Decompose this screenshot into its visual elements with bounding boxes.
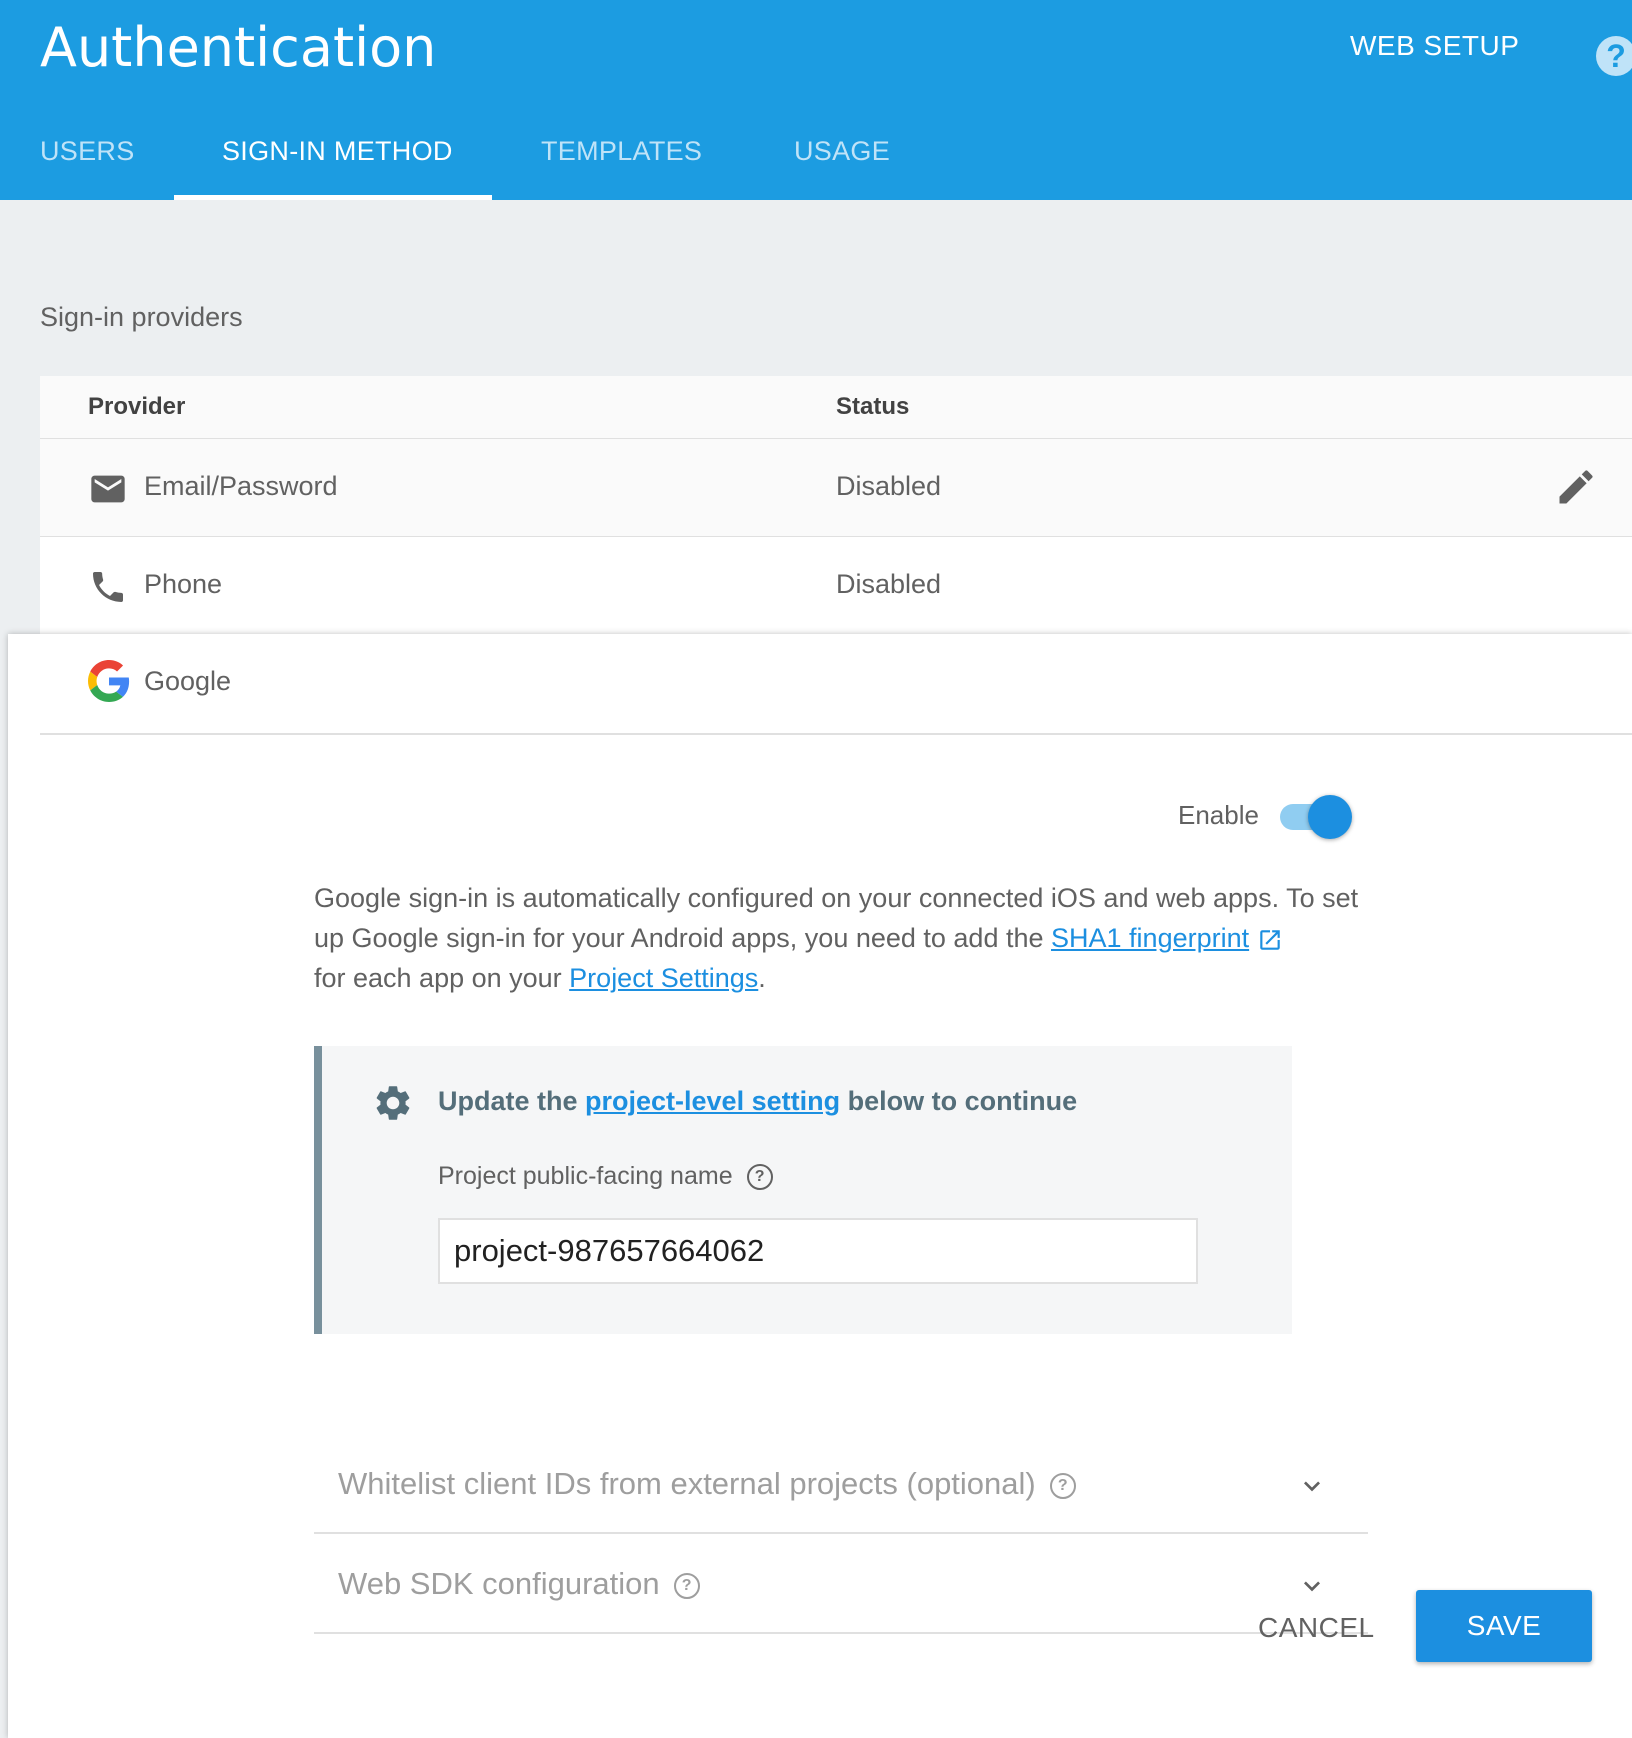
edit-icon[interactable]	[1554, 465, 1598, 509]
web-sdk-configuration-accordion[interactable]: Web SDK configuration?	[314, 1534, 1368, 1634]
accordion-label-text: Web SDK configuration	[338, 1566, 660, 1601]
sha1-fingerprint-link[interactable]: SHA1 fingerprint	[1051, 923, 1249, 953]
description-text: for each app on your	[314, 963, 570, 993]
provider-row-phone[interactable]: Phone Disabled	[40, 537, 1632, 635]
help-circle-icon[interactable]: ?	[673, 1572, 700, 1599]
tab-usage[interactable]: USAGE	[794, 136, 890, 167]
page-title: Authentication	[40, 16, 437, 79]
tab-sign-in-method[interactable]: SIGN-IN METHOD	[222, 136, 453, 167]
google-provider-header: Google	[40, 634, 1632, 735]
accordion-label: Web SDK configuration?	[338, 1566, 700, 1602]
tab-templates[interactable]: TEMPLATES	[541, 136, 702, 167]
help-circle-icon[interactable]: ?	[746, 1164, 773, 1191]
gear-icon	[376, 1086, 410, 1120]
callout-heading: Update the project-level setting below t…	[438, 1086, 1077, 1117]
provider-status: Disabled	[836, 471, 942, 501]
project-setting-callout: Update the project-level setting below t…	[314, 1046, 1292, 1334]
google-logo-icon	[88, 660, 130, 702]
chevron-down-icon[interactable]	[1296, 1570, 1328, 1602]
accordion-label: Whitelist client IDs from external proje…	[338, 1466, 1076, 1502]
google-description: Google sign-in is automatically configur…	[314, 878, 1374, 998]
provider-row-email[interactable]: Email/Password Disabled	[40, 439, 1632, 537]
enable-toggle-knob[interactable]	[1308, 795, 1352, 839]
tab-users[interactable]: USERS	[40, 136, 135, 167]
provider-name: Google	[144, 666, 232, 696]
section-title: Sign-in providers	[40, 302, 243, 332]
description-text: .	[758, 963, 766, 993]
whitelist-client-ids-accordion[interactable]: Whitelist client IDs from external proje…	[314, 1434, 1368, 1534]
help-circle-icon[interactable]: ?	[1049, 1472, 1076, 1499]
google-provider-panel: Google Enable Google sign-in is automati…	[8, 634, 1632, 1738]
phone-icon	[93, 572, 123, 602]
provider-status: Disabled	[836, 569, 942, 599]
heading-text: below to continue	[840, 1086, 1078, 1116]
accordion-label-text: Whitelist client IDs from external proje…	[338, 1466, 1036, 1501]
project-name-input[interactable]	[438, 1218, 1198, 1284]
column-header-provider: Provider	[88, 393, 186, 420]
enable-label: Enable	[1178, 800, 1259, 830]
help-icon[interactable]: ?	[1596, 36, 1632, 76]
active-tab-indicator	[174, 195, 492, 200]
column-header-status: Status	[836, 393, 910, 420]
field-label-text: Project public-facing name	[438, 1162, 733, 1190]
mail-icon	[91, 475, 125, 503]
app-header: Authentication WEB SETUP ? USERS SIGN-IN…	[0, 0, 1632, 200]
heading-text: Update the	[438, 1086, 586, 1116]
project-settings-link[interactable]: Project Settings	[569, 963, 758, 993]
project-name-label: Project public-facing name?	[438, 1162, 773, 1191]
web-setup-button[interactable]: WEB SETUP	[1350, 30, 1519, 62]
provider-name: Phone	[144, 569, 223, 599]
provider-name: Email/Password	[144, 471, 338, 501]
external-link-icon[interactable]	[1257, 927, 1283, 953]
save-button[interactable]: SAVE	[1416, 1590, 1592, 1662]
chevron-down-icon[interactable]	[1296, 1470, 1328, 1502]
table-header: Provider Status	[40, 376, 1632, 439]
project-level-setting-link[interactable]: project-level setting	[585, 1086, 840, 1116]
cancel-button[interactable]: CANCEL	[1258, 1612, 1375, 1644]
